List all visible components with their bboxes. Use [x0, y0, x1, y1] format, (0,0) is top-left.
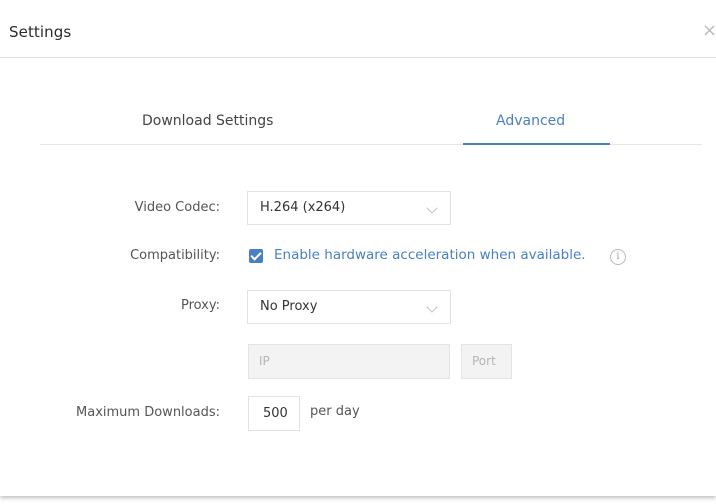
hardware-acceleration-checkbox[interactable] [249, 249, 263, 263]
hardware-acceleration-label[interactable]: Enable hardware acceleration when availa… [274, 247, 586, 263]
info-icon[interactable]: i [610, 249, 626, 265]
tab-bar: Download Settings Advanced [40, 101, 702, 145]
proxy-select[interactable]: No Proxy [247, 290, 451, 324]
max-downloads-value: 500 [263, 406, 288, 421]
max-downloads-label: Maximum Downloads: [76, 405, 220, 420]
chevron-down-icon [426, 301, 438, 313]
compatibility-label: Compatibility: [130, 248, 220, 263]
video-codec-select[interactable]: H.264 (x264) [247, 191, 451, 225]
video-codec-value: H.264 (x264) [260, 200, 346, 215]
chevron-down-icon [426, 202, 438, 214]
max-downloads-input[interactable]: 500 [248, 396, 300, 431]
video-codec-label: Video Codec: [134, 200, 220, 215]
proxy-label: Proxy: [180, 298, 220, 313]
proxy-ip-field[interactable]: IP [248, 344, 450, 379]
tab-advanced[interactable]: Advanced [496, 113, 565, 129]
proxy-port-field[interactable]: Port [461, 344, 512, 379]
settings-dialog: Settings × Download Settings Advanced Vi… [0, 0, 716, 496]
title-bar: Settings × [0, 0, 716, 58]
per-day-label: per day [310, 404, 360, 419]
proxy-value: No Proxy [260, 299, 318, 314]
active-tab-indicator [463, 143, 610, 145]
tab-download-settings[interactable]: Download Settings [142, 113, 273, 129]
ip-placeholder: IP [259, 354, 270, 368]
port-placeholder: Port [472, 354, 496, 368]
close-icon[interactable]: × [702, 22, 716, 40]
dialog-title: Settings [9, 23, 72, 41]
